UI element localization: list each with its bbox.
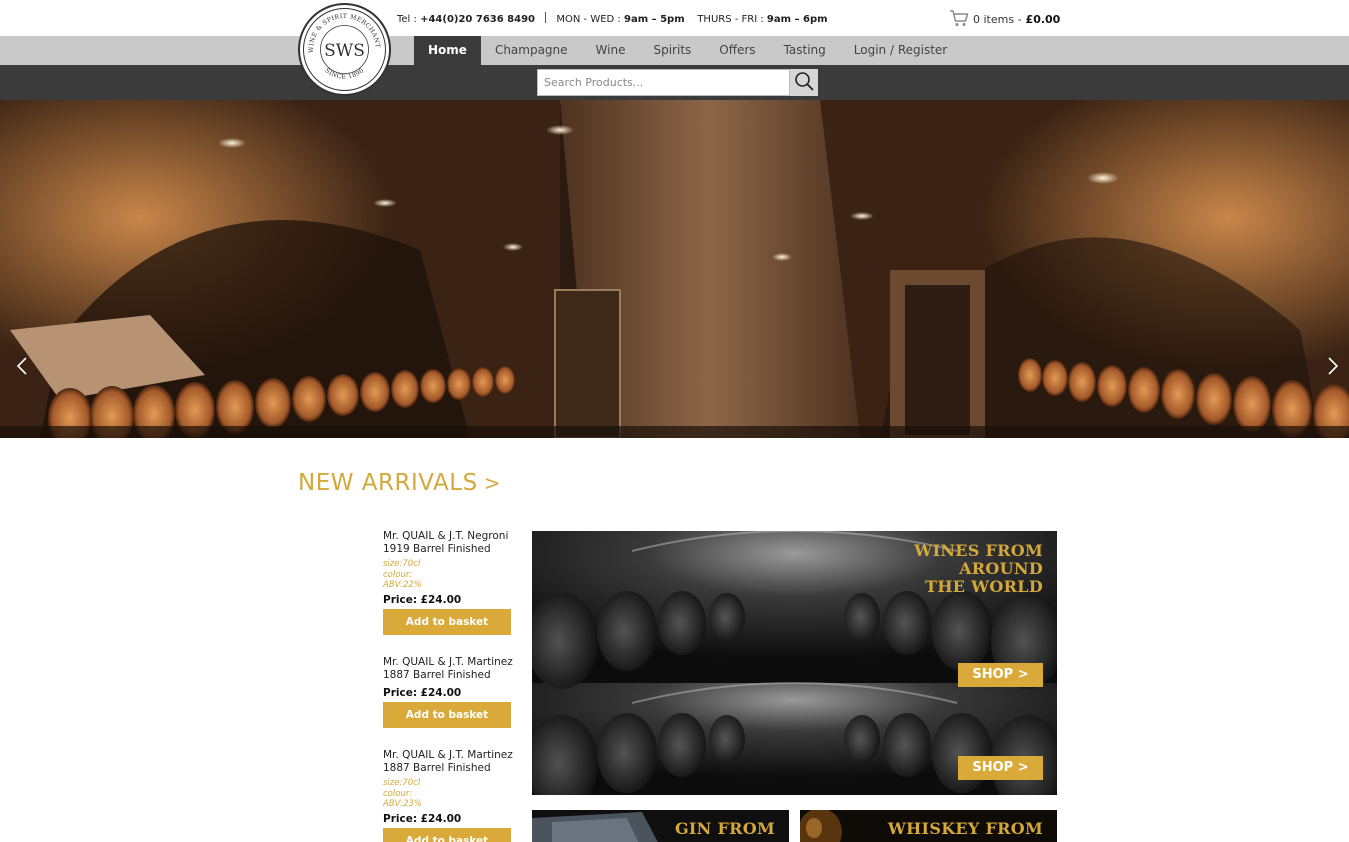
carousel-prev-button[interactable] — [10, 354, 34, 382]
sws-logo[interactable]: WINE & SPIRIT MERCHANTS SINCE 1890 SWS — [298, 3, 391, 96]
new-arrivals-title: NEW ARRIVALS — [298, 470, 478, 496]
product-price: Price: £24.00 — [383, 687, 462, 699]
gin-banner[interactable]: GIN FROM — [532, 810, 789, 842]
cart-summary[interactable]: 0 items - £0.00 — [949, 8, 1060, 30]
cart-icon — [949, 9, 973, 30]
logo-monogram: SWS — [324, 41, 365, 61]
product-name[interactable]: Mr. QUAIL & J.T. Martinez 1887 Barrel Fi… — [383, 656, 513, 682]
hours-mon-wed: 9am – 5pm — [623, 14, 685, 25]
whiskey-banner[interactable]: WHISKEY FROM — [800, 810, 1057, 842]
chevron-left-icon — [16, 356, 28, 380]
cart-items: 0 items - — [973, 12, 1022, 26]
cart-total: £0.00 — [1025, 12, 1061, 26]
product-size: size:70cl — [383, 559, 421, 569]
tel-number[interactable]: +44(0)20 7636 8490 — [420, 14, 535, 25]
wines-banner-heading: WINES FROM AROUND THE WORLD — [914, 542, 1043, 596]
chevron-right-icon: > — [483, 471, 501, 495]
wines-line-2: AROUND — [959, 559, 1043, 578]
nav-home[interactable]: Home — [414, 36, 481, 65]
new-arrivals-heading[interactable]: NEW ARRIVALS > — [298, 470, 501, 496]
add-to-basket-button[interactable]: Add to basket — [383, 702, 511, 728]
whiskey-banner-heading: WHISKEY FROM — [887, 819, 1043, 838]
product-card: Mr. QUAIL & J.T. Martinez 1887 Barrel Fi… — [383, 749, 513, 842]
svg-text:SINCE 1890: SINCE 1890 — [324, 67, 366, 81]
wines-banner[interactable]: WINES FROM AROUND THE WORLD SHOP > SHOP … — [532, 531, 1057, 795]
product-card: Mr. QUAIL & J.T. Negroni 1919 Barrel Fin… — [383, 530, 513, 635]
product-colour: colour: — [383, 569, 413, 580]
add-to-basket-button[interactable]: Add to basket — [383, 608, 511, 635]
hours-thu-fri: 9am – 6pm — [766, 14, 828, 25]
nav-spirits[interactable]: Spirits — [639, 36, 705, 65]
gin-banner-heading: GIN FROM — [674, 819, 775, 838]
nav-offers[interactable]: Offers — [705, 36, 769, 65]
product-price: Price: £24.00 — [383, 812, 462, 825]
product-name[interactable]: Mr. QUAIL & J.T. Martinez 1887 Barrel Fi… — [383, 749, 513, 775]
nav-champagne[interactable]: Champagne — [481, 36, 582, 65]
nav-login-register[interactable]: Login / Register — [840, 36, 961, 65]
product-name[interactable]: Mr. QUAIL & J.T. Negroni 1919 Barrel Fin… — [383, 530, 513, 556]
hero-image-wine-cellar — [0, 100, 1349, 438]
product-abv: ABV:22% — [383, 580, 422, 590]
search-icon — [794, 71, 814, 94]
tel-label: Tel : — [397, 14, 417, 25]
nav-wine[interactable]: Wine — [582, 36, 640, 65]
product-colour: colour: — [383, 788, 413, 799]
logo-since: SINCE 1890 — [324, 67, 366, 81]
product-abv: ABV:23% — [383, 799, 422, 809]
nav-tasting[interactable]: Tasting — [770, 36, 840, 65]
search-button[interactable] — [790, 69, 818, 96]
hours-thu-fri-label: THURS - FRI : — [697, 14, 764, 25]
search-input[interactable] — [537, 69, 790, 96]
product-size: size:70cl — [383, 778, 421, 788]
main-nav: Home Champagne Wine Spirits Offers Tasti… — [414, 36, 961, 65]
search-bar — [0, 65, 1349, 100]
hours-mon-wed-label: MON - WED : — [556, 14, 621, 25]
wines-line-1: WINES FROM — [914, 541, 1043, 560]
shop-button[interactable]: SHOP > — [958, 663, 1043, 687]
chevron-right-icon — [1327, 356, 1339, 380]
carousel-next-button[interactable] — [1321, 354, 1345, 382]
product-price: Price: £24.00 — [383, 593, 462, 606]
product-card: Mr. QUAIL & J.T. Martinez 1887 Barrel Fi… — [383, 656, 513, 728]
main-nav-bar: Home Champagne Wine Spirits Offers Tasti… — [0, 36, 1349, 65]
add-to-basket-button[interactable]: Add to basket — [383, 827, 511, 842]
top-info-bar: Tel : +44(0)20 7636 8490 MON - WED : 9am… — [0, 0, 1349, 36]
hero-carousel — [0, 100, 1349, 438]
shop-button-secondary[interactable]: SHOP > — [958, 756, 1043, 780]
contact-info: Tel : +44(0)20 7636 8490 MON - WED : 9am… — [397, 12, 828, 25]
divider — [545, 12, 547, 23]
wines-line-3: THE WORLD — [925, 577, 1043, 596]
